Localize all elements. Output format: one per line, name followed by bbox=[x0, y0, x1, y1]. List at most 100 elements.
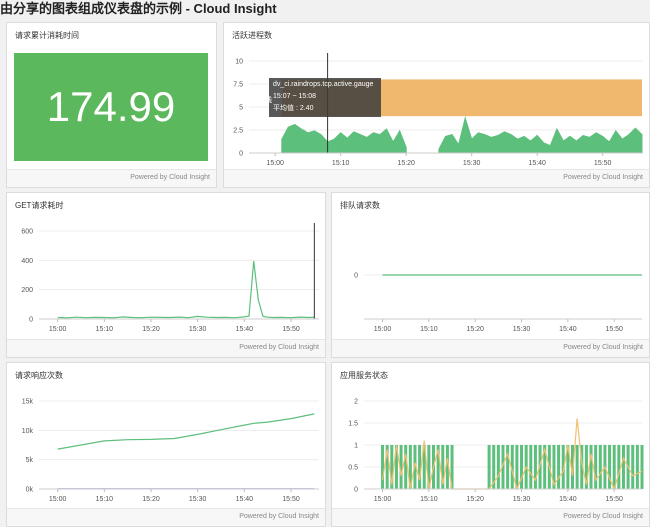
panel-title: GET请求耗时 bbox=[15, 201, 64, 210]
status-bar bbox=[617, 445, 621, 489]
x-tick-label: 15:20 bbox=[142, 326, 160, 333]
x-tick-label: 15:40 bbox=[528, 160, 546, 167]
y-tick-label: 10 bbox=[235, 59, 243, 66]
status-bar bbox=[589, 445, 593, 489]
tooltip-metric: dv_ci.raindrops.tcp.active.gauge bbox=[273, 81, 374, 88]
panel-title: 请求累计消耗时间 bbox=[15, 31, 79, 40]
status-bar bbox=[575, 445, 579, 489]
status-bar bbox=[381, 445, 385, 489]
tooltip: dv_ci.raindrops.tcp.active.gauge 15:07 ~… bbox=[269, 78, 381, 117]
status-bar bbox=[635, 445, 639, 489]
series-area bbox=[438, 116, 643, 154]
status-bar bbox=[506, 445, 510, 489]
y-tick-label: 0 bbox=[29, 317, 33, 324]
panel-active-processes: 活跃进程数 0 2.5 5 7.5 10 15:00 15:10 15:20 15:30 15:4… bbox=[223, 22, 650, 188]
series-line bbox=[57, 413, 315, 450]
x-tick-label: 15:10 bbox=[96, 326, 114, 333]
x-tick-label: 15:30 bbox=[189, 326, 207, 333]
tooltip-avg: 平均值 : 2.40 bbox=[273, 105, 314, 112]
x-tick-label: 15:50 bbox=[282, 496, 300, 503]
status-bar bbox=[631, 445, 635, 489]
status-bar bbox=[594, 445, 598, 489]
x-tick-label: 15:20 bbox=[466, 326, 484, 333]
status-bar bbox=[529, 445, 533, 489]
get-time-chart[interactable]: 0 200 400 600 15:00 15:10 15:20 15:30 15:40 15:50 bbox=[7, 211, 325, 341]
band-label: 离线 bbox=[258, 97, 272, 104]
x-tick-label: 15:20 bbox=[142, 496, 160, 503]
panel-queue: 排队请求数 0 15:00 15:10 15:20 15:30 15:40 15:50 Po… bbox=[331, 192, 650, 358]
y-tick-label: 1.5 bbox=[348, 421, 358, 428]
status-bar bbox=[404, 445, 408, 489]
y-tick-label: 5 bbox=[239, 105, 243, 112]
status-bar bbox=[640, 445, 644, 489]
y-tick-label: 7.5 bbox=[233, 82, 243, 89]
x-tick-label: 15:00 bbox=[266, 160, 284, 167]
tooltip-range: 15:07 ~ 15:08 bbox=[273, 93, 317, 100]
y-tick-label: 0k bbox=[26, 487, 34, 494]
y-tick-label: 200 bbox=[21, 287, 33, 294]
powered-by[interactable]: Powered by Cloud Insight bbox=[239, 344, 319, 351]
status-bar bbox=[598, 445, 602, 489]
x-tick-label: 15:10 bbox=[96, 496, 114, 503]
status-bar bbox=[515, 445, 519, 489]
x-tick-label: 15:20 bbox=[466, 496, 484, 503]
y-tick-label: 0.5 bbox=[348, 465, 358, 472]
responses-chart[interactable]: 0k 5k 10k 15k 15:00 15:10 15:20 15:30 15:40 15:50 bbox=[7, 381, 325, 511]
x-tick-label: 15:40 bbox=[559, 496, 577, 503]
x-tick-label: 15:10 bbox=[420, 496, 438, 503]
app-status-chart[interactable]: 0 0.5 1 1.5 2 15:00 15:10 15:20 15:30 15:40 15:50 bbox=[332, 381, 649, 511]
panel-total-time: 请求累计消耗时间 174.99 Powered by Cloud Insight bbox=[6, 22, 217, 188]
series-area bbox=[281, 123, 407, 154]
powered-by[interactable]: Powered by Cloud Insight bbox=[130, 174, 210, 181]
x-tick-label: 15:50 bbox=[594, 160, 612, 167]
powered-by[interactable]: Powered by Cloud Insight bbox=[563, 344, 643, 351]
panel-title: 应用服务状态 bbox=[340, 371, 388, 380]
panel-title: 排队请求数 bbox=[340, 201, 380, 210]
x-tick-label: 15:30 bbox=[189, 496, 207, 503]
status-bar bbox=[612, 445, 616, 489]
status-bar bbox=[557, 445, 561, 489]
status-bar bbox=[608, 445, 612, 489]
queue-chart[interactable]: 0 15:00 15:10 15:20 15:30 15:40 15:50 bbox=[332, 211, 649, 341]
x-tick-label: 15:10 bbox=[332, 160, 350, 167]
x-tick-label: 15:00 bbox=[374, 496, 392, 503]
y-tick-label: 400 bbox=[21, 258, 33, 265]
x-tick-label: 15:10 bbox=[420, 326, 438, 333]
x-tick-label: 15:40 bbox=[559, 326, 577, 333]
y-tick-label: 2 bbox=[354, 399, 358, 406]
y-tick-label: 0 bbox=[239, 151, 243, 158]
panel-title: 活跃进程数 bbox=[232, 31, 272, 40]
x-tick-label: 15:50 bbox=[605, 326, 623, 333]
panel-responses: 请求响应次数 0k 5k 10k 15k 15:00 15:10 15:20 15:30 15:… bbox=[6, 362, 326, 527]
powered-by[interactable]: Powered by Cloud Insight bbox=[239, 513, 319, 520]
y-tick-label: 600 bbox=[21, 229, 33, 236]
status-bar bbox=[487, 445, 491, 489]
x-tick-label: 15:30 bbox=[513, 496, 531, 503]
x-tick-label: 15:40 bbox=[236, 326, 254, 333]
y-tick-label: 5k bbox=[26, 457, 34, 464]
big-value: 174.99 bbox=[14, 53, 208, 161]
status-bar bbox=[520, 445, 524, 489]
powered-by[interactable]: Powered by Cloud Insight bbox=[563, 513, 643, 520]
x-tick-label: 15:30 bbox=[513, 326, 531, 333]
status-bar bbox=[496, 445, 500, 489]
x-tick-label: 15:50 bbox=[605, 496, 623, 503]
y-tick-label: 10k bbox=[22, 428, 34, 435]
panel-title: 请求响应次数 bbox=[15, 371, 63, 380]
status-bar bbox=[621, 445, 625, 489]
page-title: 由分享的图表组成仪表盘的示例 - Cloud Insight bbox=[0, 1, 277, 16]
status-bar bbox=[533, 445, 537, 489]
powered-by[interactable]: Powered by Cloud Insight bbox=[563, 174, 643, 181]
y-tick-label: 0 bbox=[354, 273, 358, 280]
panel-app-status: 应用服务状态 0 0.5 1 1.5 2 15:00 15:10 15:20 15:30 15:4… bbox=[331, 362, 650, 527]
x-tick-label: 15:20 bbox=[397, 160, 415, 167]
y-tick-label: 15k bbox=[22, 399, 34, 406]
x-tick-label: 15:40 bbox=[236, 496, 254, 503]
x-tick-label: 15:50 bbox=[282, 326, 300, 333]
y-tick-label: 2.5 bbox=[233, 128, 243, 135]
panel-get-time: GET请求耗时 0 200 400 600 15:00 15:10 15:20 15:30 15… bbox=[6, 192, 326, 358]
x-tick-label: 15:00 bbox=[49, 326, 67, 333]
x-tick-label: 15:30 bbox=[463, 160, 481, 167]
x-tick-label: 15:00 bbox=[374, 326, 392, 333]
x-tick-label: 15:00 bbox=[49, 496, 67, 503]
